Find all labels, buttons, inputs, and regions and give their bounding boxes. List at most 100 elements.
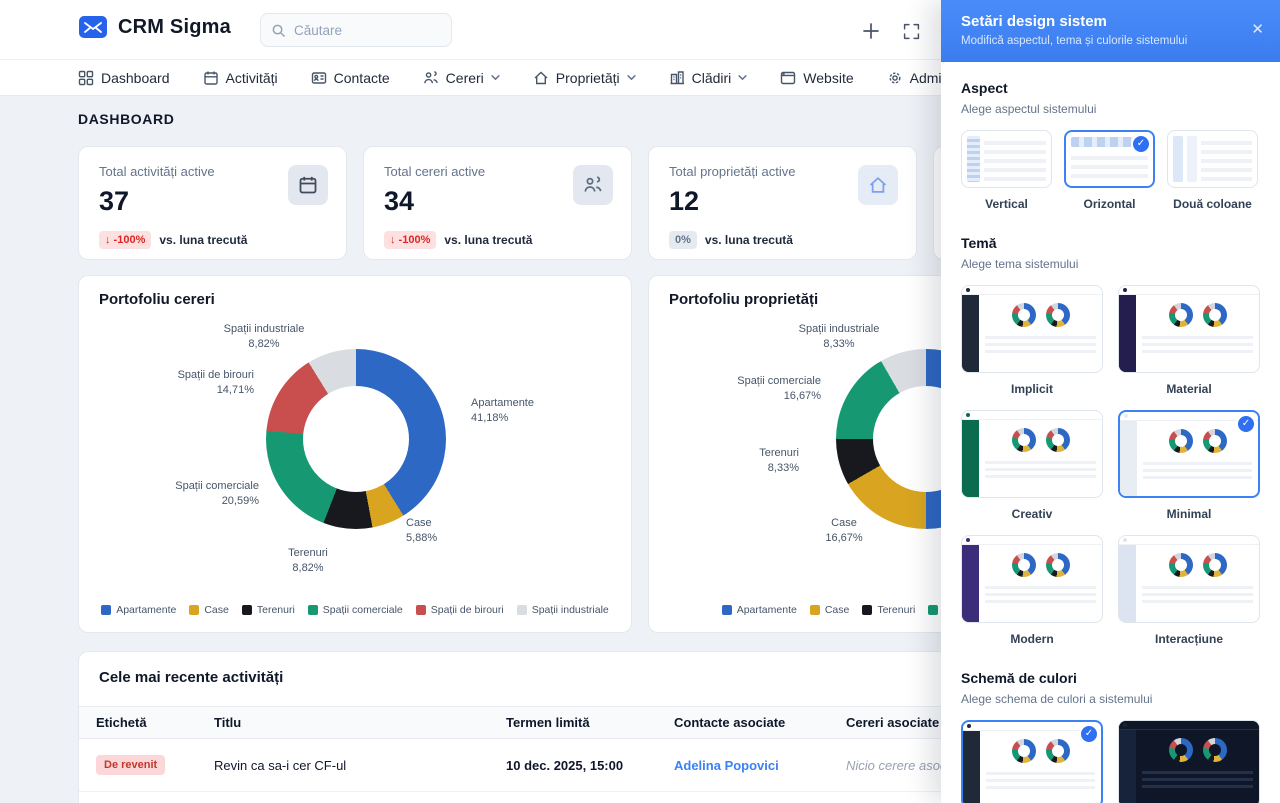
theme-option-creativ[interactable]: ✓ Creativ <box>961 410 1103 521</box>
nav-label: Clădiri <box>692 70 732 86</box>
theme-option-modern[interactable]: ✓ Modern <box>961 535 1103 646</box>
legend-item[interactable]: Terenuri <box>862 604 915 616</box>
option-thumbnail: ✓ <box>1118 720 1260 803</box>
row-title: Revin ca sa-i cer CF-ul <box>214 758 506 773</box>
stat-card-cereri: Total cereri active 34 ↓ -100% vs. luna … <box>363 146 632 260</box>
theme-option-interactiune[interactable]: ✓ Interacțiune <box>1118 535 1260 646</box>
theme-option-implicit[interactable]: ✓ Implicit <box>961 285 1103 396</box>
legend-item[interactable]: Apartamente <box>722 604 797 616</box>
column-header: Titlu <box>214 715 506 730</box>
column-header: Etichetă <box>96 715 214 730</box>
tag-badge: De revenit <box>96 755 165 775</box>
check-icon: ✓ <box>1081 726 1097 742</box>
wireframe-column-1 <box>1173 136 1183 182</box>
aspect-option-vertical[interactable]: ✓ Vertical <box>961 130 1052 211</box>
stat-icon-box <box>288 165 328 205</box>
stat-compare: vs. luna trecută <box>705 233 793 247</box>
aspect-option-orizontal[interactable]: ✓ Orizontal <box>1064 130 1155 211</box>
section-colors: Schemă de culori Alege schema de culori … <box>961 670 1260 803</box>
option-label: Implicit <box>961 382 1103 396</box>
nav-item-proprietati[interactable]: Proprietăți <box>533 70 636 86</box>
dashboard-icon <box>78 70 94 86</box>
panel-title: Setări design sistem <box>961 13 1260 30</box>
legend-item[interactable]: Terenuri <box>242 604 295 616</box>
donut-label: Spații de birouri14,71% <box>178 368 254 398</box>
recent-activities-title: Cele mai recente activități <box>99 669 283 686</box>
donut-label: Apartamente41,18% <box>471 396 534 426</box>
color-option-dark[interactable]: ✓ <box>1118 720 1260 803</box>
column-header: Contacte asociate <box>674 715 846 730</box>
stat-icon-box <box>858 165 898 205</box>
chart-title: Portofoliu cereri <box>99 291 215 308</box>
legend-chip <box>928 605 938 615</box>
option-thumbnail: ✓ <box>961 410 1103 498</box>
contact-link[interactable]: Adelina Popovici <box>674 758 846 773</box>
search-input[interactable] <box>294 23 434 38</box>
color-option-light[interactable]: ✓ <box>961 720 1103 803</box>
option-thumbnail: ✓ <box>1118 410 1260 498</box>
option-label: Material <box>1118 382 1260 396</box>
nav-item-dashboard[interactable]: Dashboard <box>78 70 170 86</box>
contact-card-icon <box>311 70 327 86</box>
wireframe-content <box>1071 151 1148 181</box>
legend-chip <box>810 605 820 615</box>
settings-panel: Setări design sistem Modifică aspectul, … <box>941 0 1280 803</box>
nav-label: Dashboard <box>101 70 170 86</box>
donut-label: Terenuri8,82% <box>263 546 353 576</box>
option-thumbnail: ✓ <box>1167 130 1258 188</box>
search-box[interactable] <box>260 13 452 47</box>
theme-option-minimal[interactable]: ✓ Minimal <box>1118 410 1260 521</box>
nav-item-cereri[interactable]: Cereri <box>423 70 500 86</box>
option-label: Două coloane <box>1167 197 1258 211</box>
row-deadline: 10 dec. 2025, 15:00 <box>506 758 674 773</box>
column-header: Termen limită <box>506 715 674 730</box>
legend-item[interactable]: Spații de birouri <box>416 604 504 616</box>
donut-label: Spații industriale8,82% <box>189 322 339 352</box>
stat-card-activitati: Total activități active 37 ↓ -100% vs. l… <box>78 146 347 260</box>
stat-badge: 0% <box>669 231 697 249</box>
section-subtitle: Alege aspectul sistemului <box>961 102 1260 116</box>
legend-item[interactable]: Apartamente <box>101 604 176 616</box>
buildings-icon <box>669 70 685 86</box>
legend-item[interactable]: Case <box>810 604 850 616</box>
nav-item-website[interactable]: Website <box>780 70 853 86</box>
legend-item[interactable]: Case <box>189 604 229 616</box>
stat-compare: vs. luna trecută <box>159 233 247 247</box>
gear-icon <box>887 70 903 86</box>
theme-option-material[interactable]: ✓ Material <box>1118 285 1260 396</box>
option-thumbnail: ✓ <box>961 535 1103 623</box>
search-icon <box>271 23 286 38</box>
legend-item[interactable]: Spații industriale <box>517 604 609 616</box>
app-title: CRM Sigma <box>118 16 231 39</box>
legend-chip <box>517 605 527 615</box>
nav-label: Proprietăți <box>556 70 620 86</box>
panel-header: Setări design sistem Modifică aspectul, … <box>941 0 1280 62</box>
donut-chart-cereri[interactable] <box>266 349 446 529</box>
section-subtitle: Alege schema de culori a sistemului <box>961 692 1260 706</box>
fullscreen-button[interactable] <box>898 18 924 44</box>
stat-card-proprietati: Total proprietăți active 12 0% vs. luna … <box>648 146 917 260</box>
add-button[interactable] <box>858 18 884 44</box>
nav-item-cladiri[interactable]: Clădiri <box>669 70 748 86</box>
panel-subtitle: Modifică aspectul, tema și culorile sist… <box>961 35 1260 47</box>
nav-item-contacte[interactable]: Contacte <box>311 70 390 86</box>
donut-label: Spații comerciale16,67% <box>737 374 821 404</box>
nav-item-activitati[interactable]: Activități <box>203 70 278 86</box>
legend-chip <box>722 605 732 615</box>
close-icon[interactable]: ✕ <box>1251 20 1264 38</box>
stat-badge: ↓ -100% <box>384 231 436 249</box>
section-aspect: Aspect Alege aspectul sistemului ✓ Verti… <box>961 80 1260 211</box>
option-thumbnail: ✓ <box>961 130 1052 188</box>
stat-compare: vs. luna trecută <box>444 233 532 247</box>
legend-chip <box>308 605 318 615</box>
option-label: Creativ <box>961 507 1103 521</box>
legend-item[interactable]: Spații comerciale <box>308 604 403 616</box>
option-label: Interacțiune <box>1118 632 1260 646</box>
legend-chip <box>416 605 426 615</box>
donut-label: Terenuri8,33% <box>759 446 799 476</box>
section-title: Temă <box>961 235 1260 251</box>
logo[interactable]: CRM Sigma <box>78 15 231 39</box>
page-title: DASHBOARD <box>78 111 174 127</box>
nav-label: Activități <box>226 70 278 86</box>
aspect-option-doua-coloane[interactable]: ✓ Două coloane <box>1167 130 1258 211</box>
